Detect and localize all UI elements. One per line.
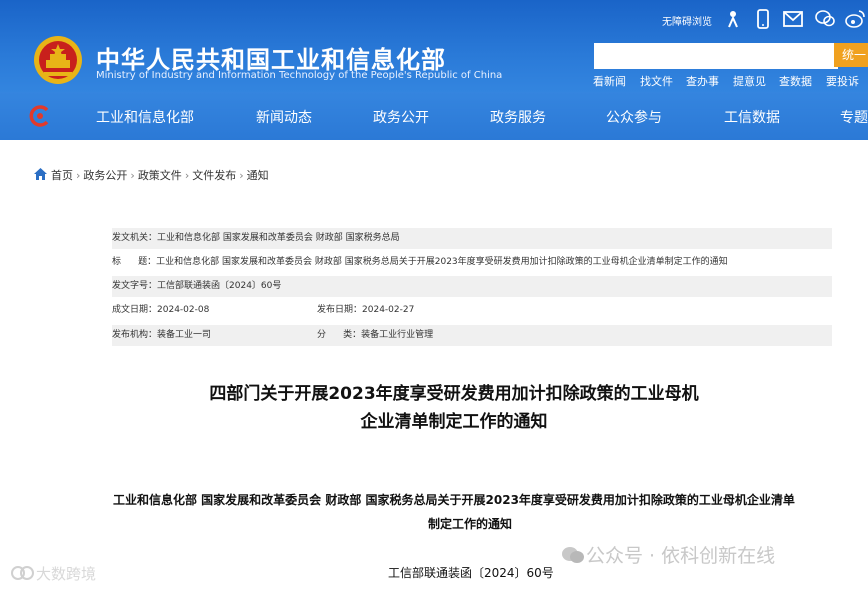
meta-title-label: 标 题： [112,257,157,267]
watermark-right: 公众号 · 依科创新在线 [560,541,775,568]
home-icon[interactable] [34,168,47,180]
breadcrumb-release[interactable]: 文件发布 [192,169,236,182]
search-input[interactable] [594,43,838,69]
meta-published-group: 发布日期：2024-02-27 [317,300,414,321]
breadcrumb-home[interactable]: 首页 [51,169,73,182]
breadcrumb-separator: › [239,169,244,182]
article-title-line-2: 企业清单制定工作的通知 [360,412,548,432]
nav-item-news[interactable]: 新闻动态 [256,107,312,127]
wechat-watermark-icon [562,547,584,563]
quick-link-complaint[interactable]: 要投诉 [826,73,859,89]
meta-row-title: 标 题：工业和信息化部 国家发展和改革委员会 财政部 国家税务总局关于开展202… [112,252,832,273]
elder-mode-icon[interactable] [722,9,744,29]
breadcrumb-separator: › [130,169,135,182]
article-title-line-1: 四部门关于开展2023年度享受研发费用加计扣除政策的工业母机 [209,384,699,404]
mobile-icon[interactable] [752,9,774,29]
nav-item-gov-affairs[interactable]: 政务公开 [373,107,429,127]
breadcrumb-notice[interactable]: 通知 [247,169,269,182]
meta-org: 装备工业一司 [157,330,212,340]
meta-row-docno: 发文字号：工信部联通装函〔2024〕60号 [112,276,832,297]
meta-row-dates: 成文日期：2024-02-08 发布日期：2024-02-27 [112,300,832,321]
site-subtitle: Ministry of Industry and Information Tec… [96,70,503,81]
meta-row-issuer: 发文机关：工业和信息化部 国家发展和改革委员会 财政部 国家税务总局 [112,228,832,249]
meta-category-label: 分 类： [317,330,362,340]
breadcrumb-separator: › [184,169,190,182]
watermark-left: 大数跨境 [10,563,96,584]
nav-item-topics[interactable]: 专题 [840,107,868,127]
meta-published: 2024-02-27 [362,305,415,315]
quick-link-data[interactable]: 查数据 [779,73,812,89]
national-emblem-icon [34,36,82,84]
breadcrumb-gov-affairs[interactable]: 政务公开 [83,169,127,182]
article-heading-line-1: 工业和信息化部 国家发展和改革委员会 财政部 国家税务总局关于开展2023年度享… [113,493,795,507]
meta-published-label: 发布日期： [317,305,363,315]
meta-docno: 工信部联通装函〔2024〕60号 [157,281,282,291]
meta-issuer-label: 发文机关： [112,233,158,243]
wechat-icon[interactable] [814,9,836,29]
ministry-logo-icon[interactable] [28,104,52,128]
nav-item-data[interactable]: 工信数据 [724,107,780,127]
nav-item-ministry[interactable]: 工业和信息化部 [96,107,194,127]
meta-created-label: 成文日期： [112,305,158,315]
quick-link-services[interactable]: 查办事 [686,73,719,89]
breadcrumb-policy[interactable]: 政策文件 [138,169,182,182]
meta-category-group: 分 类：装备工业行业管理 [317,325,433,346]
mail-icon[interactable] [782,9,804,29]
quick-link-news[interactable]: 看新闻 [593,73,626,89]
meta-category: 装备工业行业管理 [361,330,434,340]
quick-link-files[interactable]: 找文件 [640,73,673,89]
watermark-right-text: 公众号 · 依科创新在线 [586,545,776,567]
meta-created: 2024-02-08 [157,305,210,315]
meta-docno-label: 发文字号： [112,281,158,291]
meta-issuer: 工业和信息化部 国家发展和改革委员会 财政部 国家税务总局 [157,233,400,243]
article-heading-line-2: 制定工作的通知 [428,517,513,531]
breadcrumb: 首页 › 政务公开 › 政策文件 › 文件发布 › 通知 [34,167,269,183]
search-button[interactable]: 统一 [834,43,868,67]
weibo-icon[interactable] [844,9,866,29]
quick-link-feedback[interactable]: 提意见 [733,73,766,89]
article-docno: 工信部联通装函〔2024〕60号 [388,566,554,580]
nav-item-public[interactable]: 公众参与 [606,107,662,127]
watermark-left-text: 大数跨境 [36,565,97,583]
watermark-logo-icon [11,566,34,580]
breadcrumb-separator: › [76,169,81,182]
meta-title: 工业和信息化部 国家发展和改革委员会 财政部 国家税务总局关于开展2023年度享… [156,257,728,267]
meta-row-org: 发布机构：装备工业一司 分 类：装备工业行业管理 [112,325,832,346]
accessibility-link[interactable]: 无障碍浏览 [662,13,712,33]
meta-org-label: 发布机构： [112,330,158,340]
nav-item-gov-services[interactable]: 政务服务 [490,107,546,127]
